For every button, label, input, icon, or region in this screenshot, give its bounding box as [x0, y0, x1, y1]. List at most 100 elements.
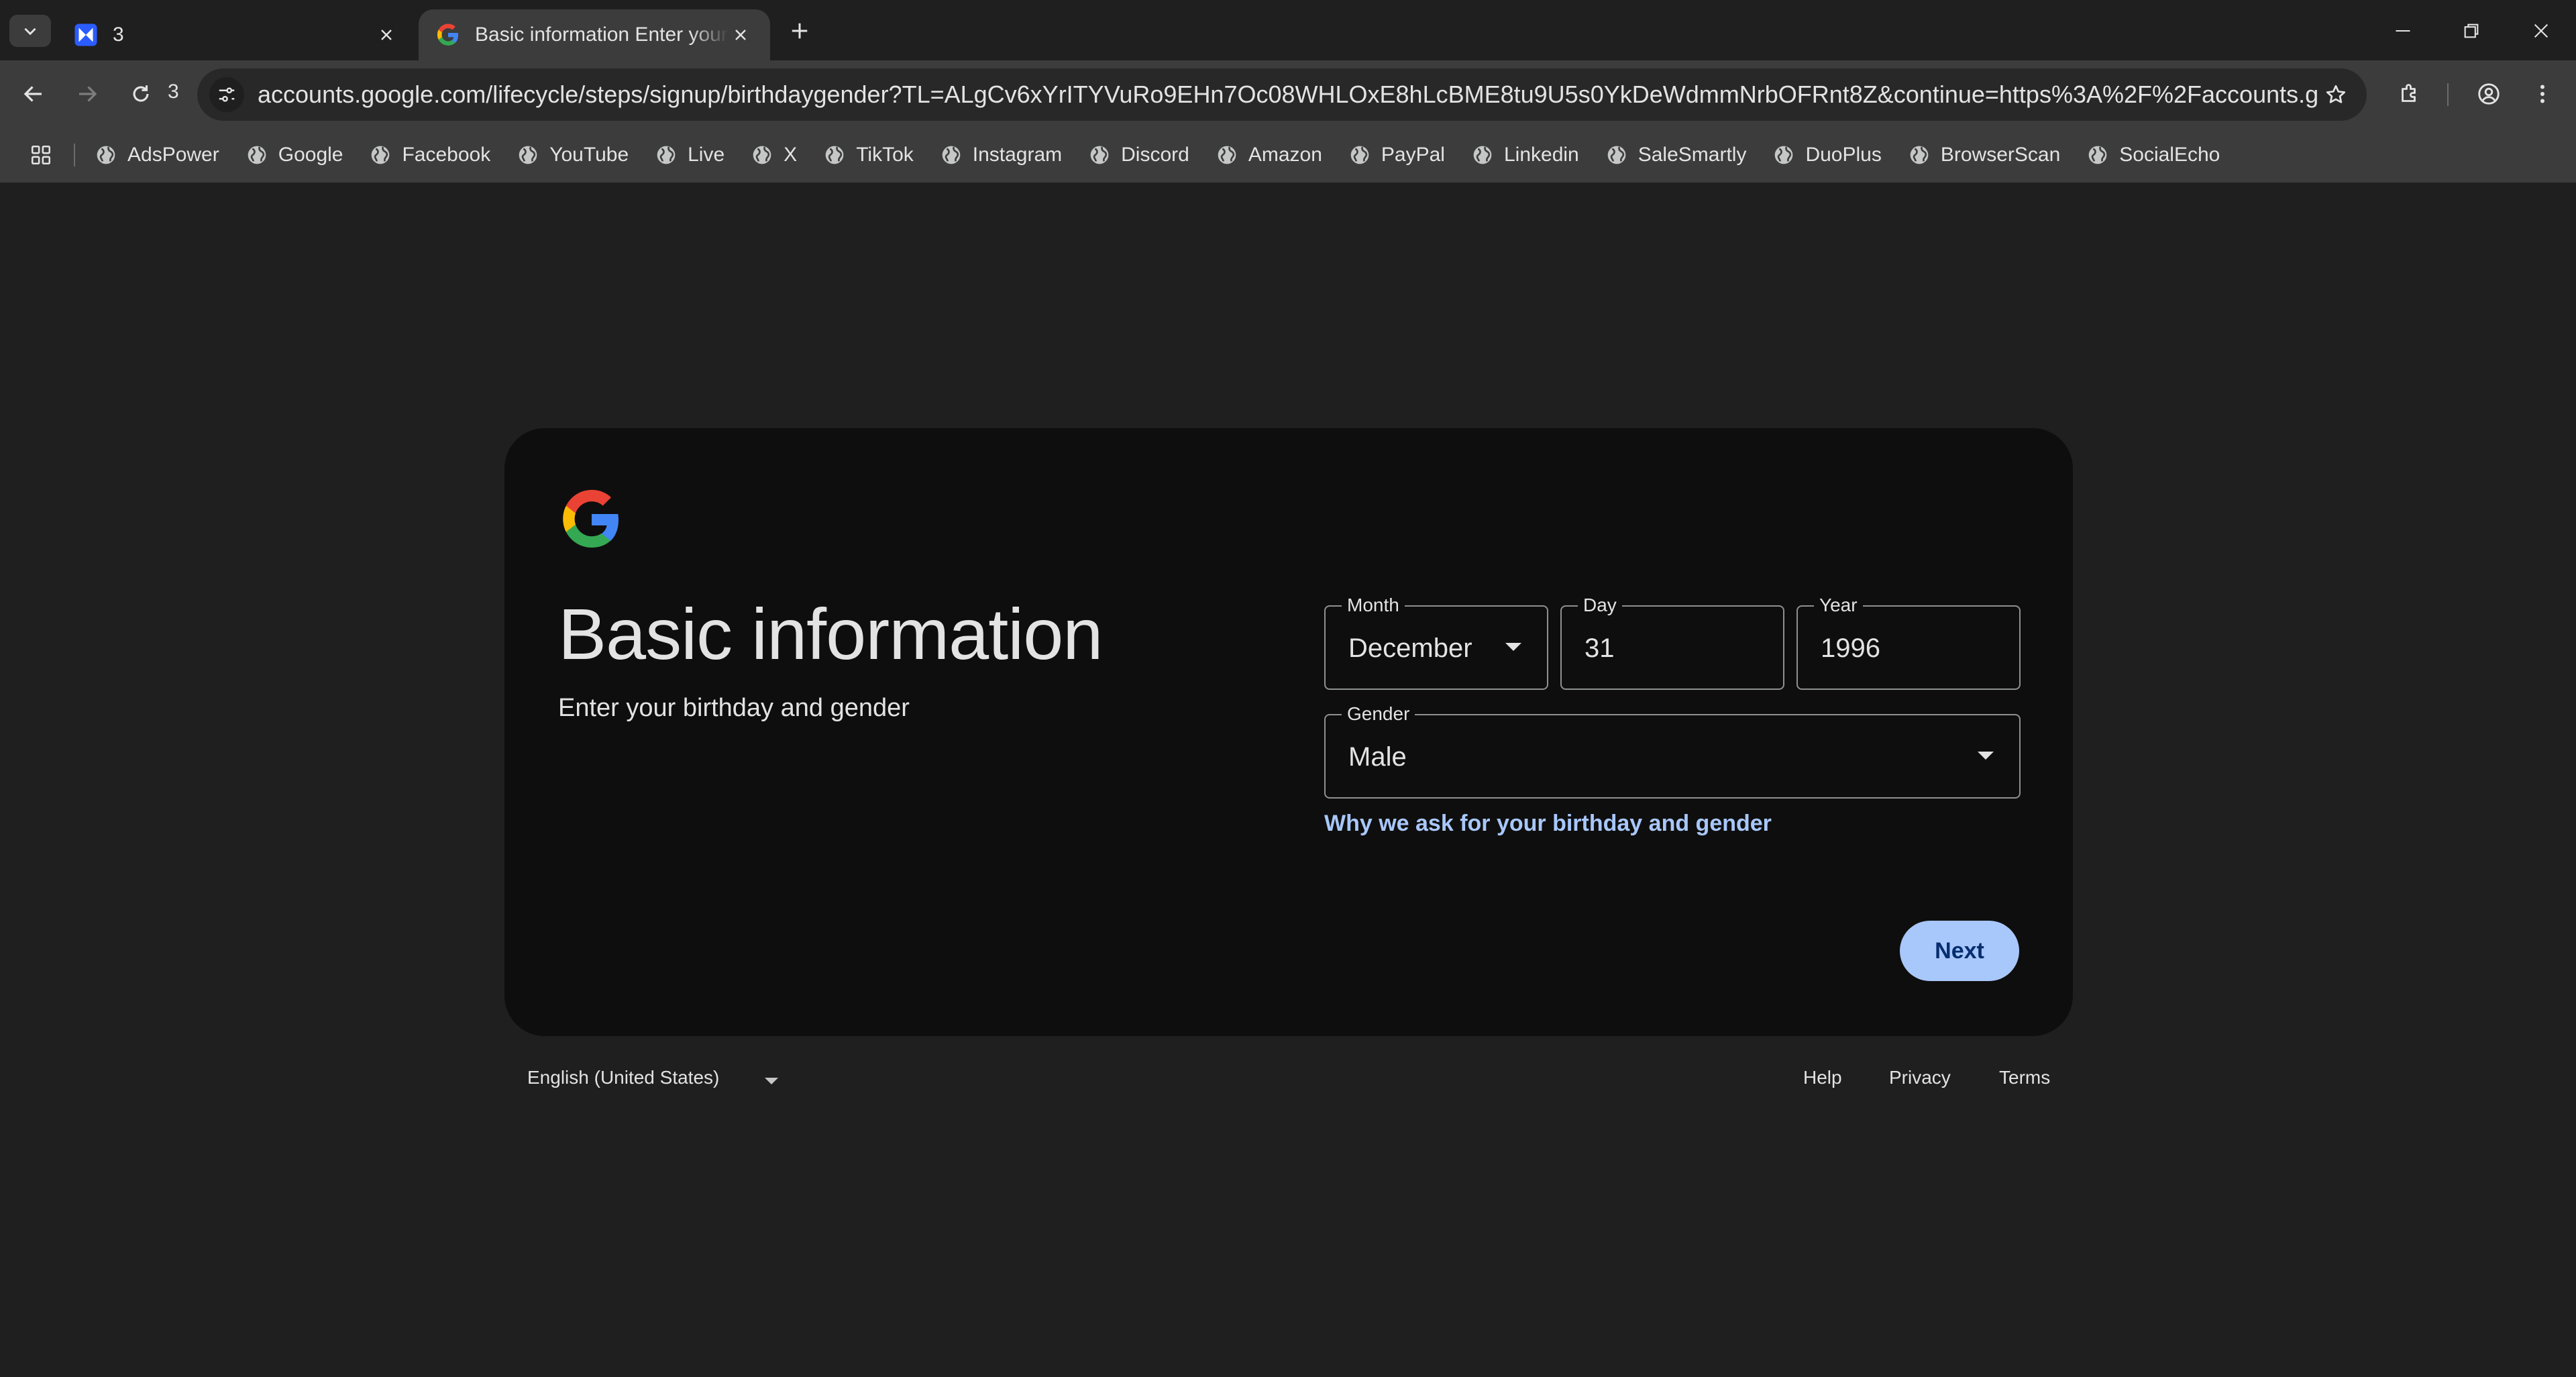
bookmark-label: Facebook — [402, 144, 491, 166]
tab-title: 3 — [113, 23, 124, 46]
bookmark-star-button[interactable] — [2317, 76, 2355, 113]
star-icon — [2326, 85, 2346, 103]
bookmark-salesmartly[interactable]: SaleSmartly — [1606, 144, 1746, 166]
globe-icon — [942, 146, 961, 164]
bookmark-label: AdsPower — [127, 144, 219, 166]
bookmark-facebook[interactable]: Facebook — [370, 144, 490, 166]
month-label: Month — [1342, 593, 1405, 617]
adspower-logo-icon — [74, 23, 97, 46]
globe-icon — [1473, 146, 1492, 164]
tune-icon — [219, 87, 235, 102]
bookmark-label: DuoPlus — [1805, 144, 1882, 166]
bookmark-label: Instagram — [972, 144, 1063, 166]
year-input[interactable]: Year 1996 — [1796, 593, 2021, 690]
dropdown-arrow-icon — [1978, 752, 1994, 760]
plus-icon — [792, 23, 808, 39]
gender-select[interactable]: Gender Male — [1324, 702, 2021, 799]
bookmark-label: SocialEcho — [2119, 144, 2220, 166]
bookmark-label: PayPal — [1381, 144, 1445, 166]
toolbar-divider — [2447, 83, 2449, 106]
apps-grid-icon — [31, 145, 51, 165]
bookmark-paypal[interactable]: PayPal — [1349, 144, 1445, 166]
year-label: Year — [1814, 593, 1863, 617]
tab-basic-information[interactable]: Basic information Enter your birthday an… — [419, 9, 770, 60]
bookmark-live[interactable]: Live — [655, 144, 724, 166]
page-subtitle: Enter your birthday and gender — [558, 694, 910, 722]
globe-icon — [97, 146, 115, 164]
profile-button[interactable] — [2469, 74, 2509, 114]
arrow-right-icon — [79, 86, 97, 102]
apps-button[interactable] — [28, 142, 54, 168]
address-bar[interactable]: accounts.google.com/lifecycle/steps/sign… — [197, 68, 2367, 121]
privacy-link[interactable]: Privacy — [1889, 1067, 1951, 1088]
bookmark-youtube[interactable]: YouTube — [517, 144, 629, 166]
bookmark-duoplus[interactable]: DuoPlus — [1773, 144, 1882, 166]
globe-icon — [1218, 146, 1236, 164]
day-input[interactable]: Day 31 — [1560, 593, 1784, 690]
next-button[interactable]: Next — [1900, 921, 2019, 981]
terms-link[interactable]: Terms — [1999, 1067, 2050, 1088]
dropdown-arrow-icon — [1505, 643, 1521, 651]
globe-icon — [372, 146, 390, 164]
bookmark-label: YouTube — [549, 144, 629, 166]
bookmark-discord[interactable]: Discord — [1089, 144, 1189, 166]
menu-button[interactable] — [2522, 74, 2563, 114]
globe-icon — [2088, 146, 2107, 164]
bookmark-adspower[interactable]: AdsPower — [95, 144, 219, 166]
month-select[interactable]: Month December — [1324, 593, 1548, 690]
back-button[interactable] — [13, 74, 54, 114]
bookmark-instagram[interactable]: Instagram — [941, 144, 1062, 166]
globe-icon — [519, 146, 537, 164]
page-title: Basic information — [558, 593, 1103, 674]
restore-button[interactable] — [2453, 12, 2490, 50]
gender-label: Gender — [1342, 702, 1415, 726]
bookmarks-divider — [74, 144, 75, 166]
reload-icon — [133, 85, 149, 102]
bookmark-browserscan[interactable]: BrowserScan — [1909, 144, 2060, 166]
url-text[interactable]: accounts.google.com/lifecycle/steps/sign… — [258, 81, 2317, 109]
language-selector[interactable]: English (United States) — [527, 1067, 719, 1088]
bookmark-linkedin[interactable]: Linkedin — [1472, 144, 1579, 166]
year-value: 1996 — [1821, 633, 1880, 663]
bookmark-google[interactable]: Google — [246, 144, 343, 166]
google-favicon-icon — [437, 23, 458, 46]
signup-card: Basic information Enter your birthday an… — [504, 428, 2073, 1036]
new-tab-button[interactable] — [785, 16, 814, 46]
globe-icon — [1350, 146, 1369, 164]
globe-icon — [1910, 146, 1929, 164]
why-we-ask-link[interactable]: Why we ask for your birthday and gender — [1324, 811, 1772, 837]
bookmark-label: Google — [278, 144, 343, 166]
close-icon[interactable] — [374, 23, 398, 47]
day-label: Day — [1578, 593, 1622, 617]
globe-icon — [657, 146, 676, 164]
tab-strip: 3 Basic information Enter your birthday … — [0, 0, 2576, 60]
restore-icon — [2464, 23, 2479, 38]
bookmark-label: TikTok — [856, 144, 914, 166]
bookmark-label: BrowserScan — [1940, 144, 2061, 166]
google-logo-icon — [563, 490, 619, 548]
bookmark-x[interactable]: X — [751, 144, 797, 166]
bookmark-list: AdsPower Google Facebook YouTube Live X TikTok… — [95, 144, 2247, 166]
reload-button[interactable] — [121, 74, 161, 114]
help-link[interactable]: Help — [1803, 1067, 1842, 1088]
close-window-button[interactable] — [2522, 12, 2560, 50]
bookmark-socialecho[interactable]: SocialEcho — [2087, 144, 2220, 166]
bookmark-amazon[interactable]: Amazon — [1216, 144, 1322, 166]
minimize-button[interactable] — [2384, 12, 2422, 50]
arrow-left-icon — [23, 86, 42, 102]
bookmark-label: Live — [688, 144, 725, 166]
globe-icon — [825, 146, 844, 164]
month-value: December — [1348, 633, 1472, 663]
forward-button[interactable] — [67, 74, 107, 114]
bookmark-tiktok[interactable]: TikTok — [824, 144, 914, 166]
account-circle-icon — [2478, 83, 2500, 105]
dropdown-arrow-icon[interactable] — [765, 1078, 778, 1084]
chevron-down-icon — [24, 28, 36, 36]
site-info-button[interactable] — [209, 77, 244, 112]
bookmark-label: Discord — [1121, 144, 1189, 166]
tab-search-button[interactable] — [9, 15, 51, 47]
extensions-button[interactable] — [2390, 74, 2430, 114]
bookmark-label: Linkedin — [1503, 144, 1579, 166]
tab-adspower[interactable]: 3 — [56, 9, 416, 60]
close-icon[interactable] — [729, 23, 753, 47]
